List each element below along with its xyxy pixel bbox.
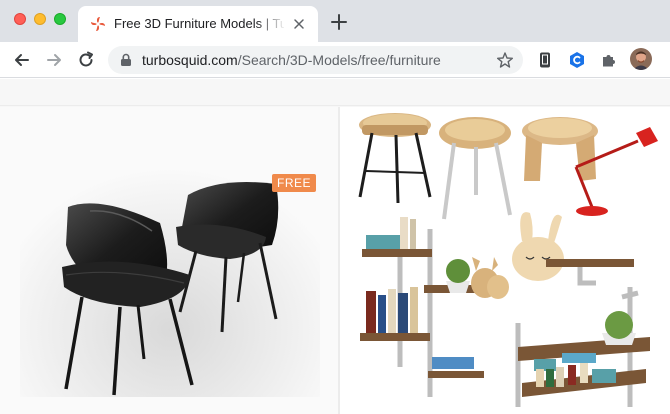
new-tab-icon[interactable] [330,13,348,31]
address-bar[interactable]: turbosquid.com/Search/3D-Models/free/fur… [108,46,523,74]
tab-title-fade [256,12,286,34]
tab-active[interactable]: Free 3D Furniture Models | Turb [78,6,318,42]
blue-extension-icon[interactable] [568,51,586,69]
free-badge: FREE [272,174,317,192]
phone-extension-icon[interactable] [536,51,554,69]
results-header-strip [0,79,670,106]
product-card-furniture-set[interactable] [340,107,670,414]
turbosquid-favicon-icon [91,17,105,31]
bookmark-star-icon[interactable] [496,51,514,69]
chairs-thumbnail[interactable] [20,127,320,397]
forward-icon[interactable] [44,50,64,70]
browser-toolbar: turbosquid.com/Search/3D-Models/free/fur… [0,42,670,78]
extensions-puzzle-icon[interactable] [600,51,618,69]
tab-strip: Free 3D Furniture Models | Turb [0,0,670,42]
browser-window: Free 3D Furniture Models | Turb turbosqu… [0,0,670,414]
reload-icon[interactable] [76,50,96,70]
profile-photo-icon [630,48,652,70]
minimize-window-button[interactable] [34,13,46,25]
close-window-button[interactable] [14,13,26,25]
page-content: FREE [0,79,670,414]
furniture-set-thumbnail[interactable] [340,107,670,414]
lock-icon[interactable] [120,53,132,67]
profile-avatar[interactable] [630,48,652,70]
url-text[interactable]: turbosquid.com/Search/3D-Models/free/fur… [142,52,441,68]
product-card-chairs[interactable]: FREE [0,107,338,414]
url-path: /Search/3D-Models/free/furniture [237,52,441,68]
close-tab-icon[interactable] [292,17,306,31]
back-icon[interactable] [12,50,32,70]
zoom-window-button[interactable] [54,13,66,25]
url-host: turbosquid.com [142,52,238,68]
